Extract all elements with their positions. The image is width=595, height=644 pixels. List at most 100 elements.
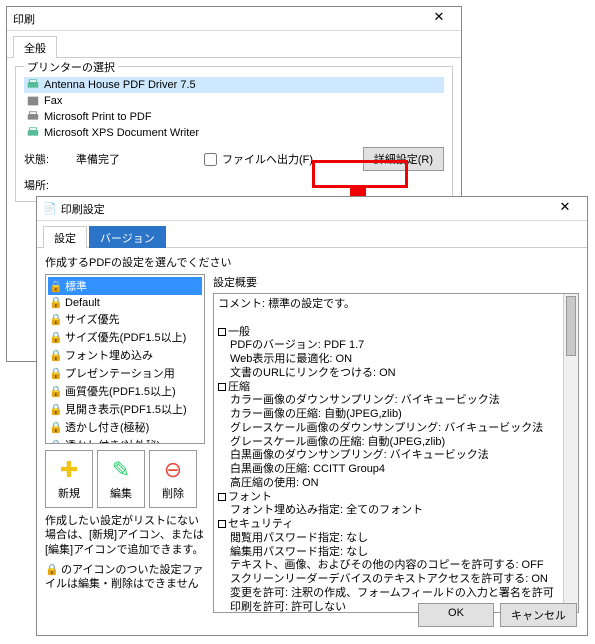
pencil-icon: ✎ [112,457,130,483]
printer-group: プリンターの選択 Antenna House PDF Driver 7.5 Fa… [15,66,453,202]
preset-label: フォント埋め込み [65,347,153,363]
delete-label: 削除 [162,485,184,501]
preset-item[interactable]: 🔒透かし付き(極秘) [48,418,202,436]
tab-version[interactable]: バージョン [89,226,166,248]
printer-name: Microsoft Print to PDF [44,111,152,123]
status-label: 状態: [24,151,72,167]
app-icon: 📄 [43,202,57,215]
lock-icon: 🔒 [49,367,62,380]
printer-row[interactable]: Fax [24,93,444,109]
printer-icon [26,78,40,92]
fax-icon [26,94,40,108]
preset-item[interactable]: 🔒透かし付き(社外秘) [48,436,202,444]
preset-item[interactable]: 🔒プレゼンテーション用 [48,364,202,382]
file-output-checkbox[interactable]: ファイルへ出力(F) [200,150,313,169]
plus-icon: ✚ [60,457,78,483]
summary-line: グレースケール画像のダウンサンプリング: バイキュービック法 [218,422,558,436]
printer-name: Fax [44,95,62,107]
sidebar: 🔒標準🔒Default🔒サイズ優先🔒サイズ優先(PDF1.5以上)🔒フォント埋め… [45,274,205,591]
lock-icon: 🔒 [49,385,62,398]
minus-icon: ⊖ [164,457,182,483]
summary-box[interactable]: コメント: 標準の設定です。一般PDFのバージョン: PDF 1.7Web表示用… [213,293,579,613]
icon-row: ✚新規 ✎ 編集 ⊖ 削除 [45,450,205,508]
square-icon [218,520,226,528]
status-value: 準備完了 [76,151,196,167]
detail-settings-button[interactable]: 詳細設定(R) [363,147,444,171]
printer-row[interactable]: Microsoft XPS Document Writer [24,125,444,141]
main: 設定概要 コメント: 標準の設定です。一般PDFのバージョン: PDF 1.7W… [213,274,579,613]
preset-item[interactable]: 🔒Default [48,295,202,310]
summary-line: 変更を許可: 注釈の作成、フォームフィールドの入力と署名を許可 [218,587,558,601]
close-icon[interactable]: ✕ [549,199,581,219]
tab-row: 全般 [7,31,461,58]
preset-label: 見開き表示(PDF1.5以上) [65,401,187,417]
tab-general[interactable]: 全般 [13,36,57,58]
summary-line: 編集用パスワード指定: なし [218,546,558,560]
file-output-input[interactable] [204,153,217,166]
scroll-thumb[interactable] [566,296,576,356]
summary-line: Web表示用に最適化: ON [218,353,558,367]
tab-row: 設定 バージョン [37,221,587,248]
printer-row[interactable]: Antenna House PDF Driver 7.5 [24,77,444,93]
printer-list[interactable]: Antenna House PDF Driver 7.5 Fax Microso… [24,77,444,141]
tab-settings[interactable]: 設定 [43,226,87,248]
preset-label: サイズ優先(PDF1.5以上) [65,329,186,345]
new-button[interactable]: ✚新規 [45,450,93,508]
summary-line: 閲覧用パスワード指定: なし [218,532,558,546]
note2: 🔒のアイコンのついた設定ファイルは編集・削除はできません [45,563,205,592]
body: 作成するPDFの設定を選んでください 🔒標準🔒Default🔒サイズ優先🔒サイズ… [37,248,587,619]
printer-name: Antenna House PDF Driver 7.5 [44,79,196,91]
preset-label: 透かし付き(極秘) [65,419,149,435]
printer-icon [26,110,40,124]
preset-item[interactable]: 🔒サイズ優先(PDF1.5以上) [48,328,202,346]
prefs-dialog: 📄 印刷設定 ✕ 設定 バージョン 作成するPDFの設定を選んでください 🔒標準… [36,196,588,636]
summary-line: カラー画像の圧縮: 自動(JPEG,zlib) [218,408,558,422]
preset-item[interactable]: 🔒サイズ優先 [48,310,202,328]
lock-icon: 🔒 [49,331,62,344]
summary-line: テキスト、画像、およびその他の内容のコピーを許可する: OFF [218,559,558,573]
summary-line: 高圧縮の使用: ON [218,477,558,491]
summary-line: フォント埋め込み指定: 全てのフォント [218,504,558,518]
preset-item[interactable]: 🔒フォント埋め込み [48,346,202,364]
titlebar: 📄 印刷設定 ✕ [37,197,587,221]
printer-row[interactable]: Microsoft Print to PDF [24,109,444,125]
preset-label: 標準 [65,278,87,294]
edit-button[interactable]: ✎ 編集 [97,450,145,508]
status-row: 状態: 準備完了 ファイルへ出力(F) 詳細設定(R) [24,147,444,171]
lock-icon: 🔒 [49,296,62,309]
comment: コメント: 標準の設定です。 [218,298,558,312]
title: 印刷 [13,11,423,27]
preset-label: Default [65,297,100,309]
printer-icon [26,126,40,140]
cancel-button[interactable]: キャンセル [500,603,577,627]
button-row: OK キャンセル [418,603,577,627]
preset-item[interactable]: 🔒標準 [48,277,202,295]
lock-icon: 🔒 [49,439,62,445]
square-icon [218,328,226,336]
summary-line: グレースケール画像の圧縮: 自動(JPEG,zlib) [218,436,558,450]
delete-button[interactable]: ⊖ 削除 [149,450,197,508]
preset-item[interactable]: 🔒画質優先(PDF1.5以上) [48,382,202,400]
file-output-label: ファイルへ出力(F) [222,151,313,167]
edit-label: 編集 [110,485,132,501]
summary-line: 白黒画像の圧縮: CCITT Group4 [218,463,558,477]
note1: 作成したい設定がリストにない場合は、[新規]アイコン、または[編集]アイコンで追… [45,514,205,557]
lock-icon: 🔒 [49,421,62,434]
preset-label: プレゼンテーション用 [65,365,175,381]
titlebar: 印刷 ✕ [7,7,461,31]
ok-button[interactable]: OK [418,603,494,627]
close-icon[interactable]: ✕ [423,9,455,29]
summary-title: 設定概要 [213,274,579,290]
title: 印刷設定 [61,201,549,217]
summary-line: 文書のURLにリンクをつける: ON [218,367,558,381]
scrollbar[interactable] [563,294,578,612]
lock-icon: 🔒 [45,563,58,576]
square-icon [218,493,226,501]
summary-line: PDFのバージョン: PDF 1.7 [218,339,558,353]
section-header: セキュリティ [218,518,558,532]
preset-item[interactable]: 🔒見開き表示(PDF1.5以上) [48,400,202,418]
loc-row: 場所: [24,177,444,193]
section-header: 一般 [218,326,558,340]
printer-name: Microsoft XPS Document Writer [44,127,199,139]
preset-list[interactable]: 🔒標準🔒Default🔒サイズ優先🔒サイズ優先(PDF1.5以上)🔒フォント埋め… [45,274,205,444]
